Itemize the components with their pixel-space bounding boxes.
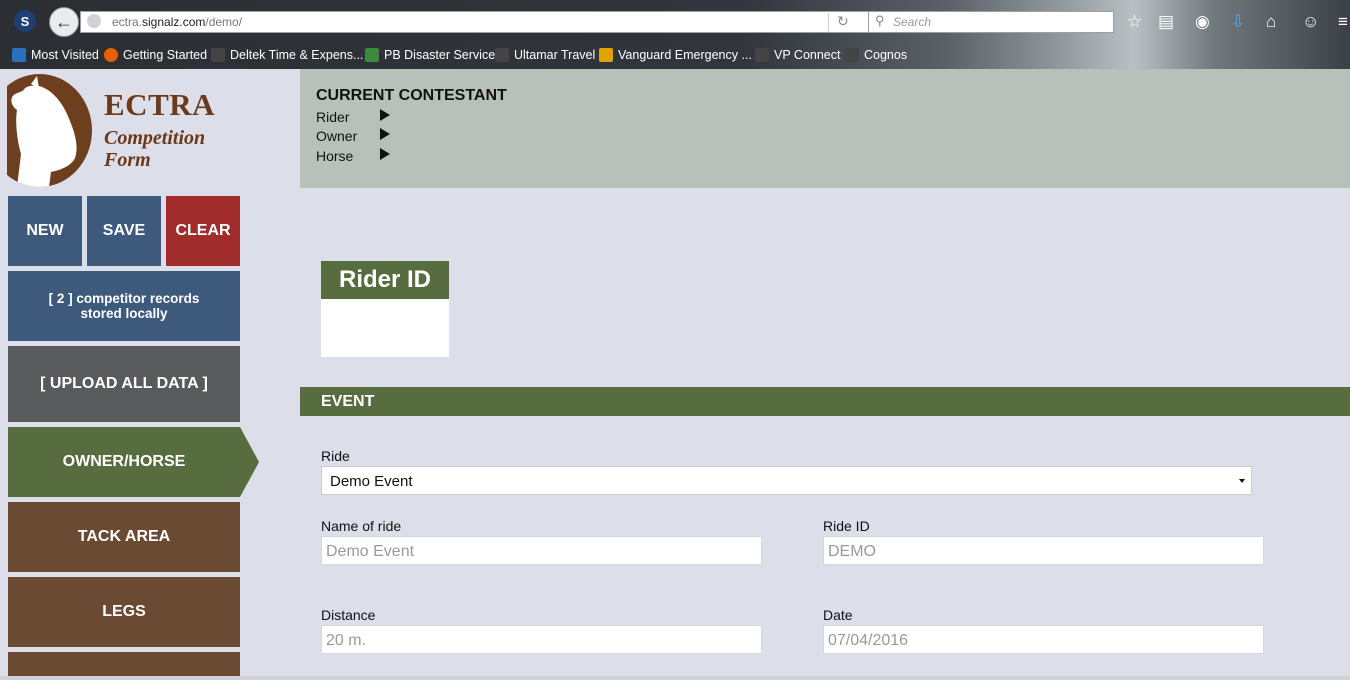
brand-subtitle-line1: Competition bbox=[104, 127, 206, 149]
ride-selected-value: Demo Event bbox=[330, 473, 413, 490]
bookmark-cognos[interactable]: Cognos bbox=[845, 48, 907, 62]
chevron-down-icon bbox=[1239, 479, 1245, 483]
name-of-ride-field[interactable]: Demo Event bbox=[321, 536, 762, 565]
new-button[interactable]: NEW bbox=[8, 196, 82, 266]
bookmark-label: Most Visited bbox=[31, 48, 99, 62]
bookmark-vp-connect[interactable]: VP Connect bbox=[755, 48, 840, 62]
contestant-title: CURRENT CONTESTANT bbox=[316, 87, 507, 104]
bookmark-pb-disaster[interactable]: PB Disaster Services bbox=[365, 48, 501, 62]
bookmark-label: Ultamar Travel bbox=[514, 48, 596, 62]
current-contestant-panel: CURRENT CONTESTANT Rider Owner Horse bbox=[300, 69, 1350, 188]
ride-label: Ride bbox=[321, 448, 350, 464]
bookmark-label: VP Connect bbox=[774, 48, 841, 62]
nav-tack-area[interactable]: TACK AREA bbox=[8, 502, 240, 572]
url-divider bbox=[828, 13, 829, 31]
page-icon bbox=[845, 48, 859, 62]
date-label: Date bbox=[823, 607, 853, 623]
nav-owner-horse[interactable]: OWNER/HORSE bbox=[8, 427, 240, 497]
rider-id-card[interactable]: Rider ID bbox=[321, 261, 449, 357]
horse-head-icon bbox=[11, 76, 77, 187]
download-icon[interactable]: ⇩ bbox=[1231, 12, 1245, 32]
extension-s-icon[interactable]: S bbox=[14, 10, 36, 32]
event-heading: EVENT bbox=[321, 393, 375, 410]
save-button[interactable]: SAVE bbox=[87, 196, 161, 266]
chat-icon[interactable]: ☺ bbox=[1302, 12, 1319, 32]
bookmark-label: Vanguard Emergency ... bbox=[618, 48, 752, 62]
url-path: /demo/ bbox=[205, 15, 243, 29]
app-page: ECTRA Competition Form NEW SAVE CLEAR [ … bbox=[7, 69, 1350, 680]
event-section-header: EVENT bbox=[300, 387, 1350, 416]
contestant-owner-label: Owner bbox=[316, 128, 358, 144]
horse-logo bbox=[7, 74, 92, 187]
search-placeholder: Search bbox=[893, 15, 932, 29]
owner-expand-icon[interactable] bbox=[380, 128, 390, 140]
brand-title: ECTRA bbox=[104, 87, 216, 122]
bookmark-label: PB Disaster Services bbox=[384, 48, 502, 62]
page-icon bbox=[495, 48, 509, 62]
rider-id-heading: Rider ID bbox=[321, 261, 449, 299]
most-visited-icon bbox=[12, 48, 26, 62]
brand-subtitle: Competition Form bbox=[104, 127, 205, 171]
site-info-icon[interactable] bbox=[87, 14, 101, 28]
contestant-horse-label: Horse bbox=[316, 148, 354, 164]
contestant-rider-label: Rider bbox=[316, 109, 350, 125]
upload-all-data-button[interactable]: [ UPLOAD ALL DATA ] bbox=[8, 346, 240, 422]
firefox-icon bbox=[104, 48, 118, 62]
bookmark-star-icon[interactable]: ☆ bbox=[1127, 12, 1142, 32]
bookmark-label: Cognos bbox=[864, 48, 908, 62]
bookmark-most-visited[interactable]: Most Visited bbox=[12, 48, 99, 62]
bookmark-vanguard[interactable]: Vanguard Emergency ... bbox=[599, 48, 752, 62]
local-records-button[interactable]: [ 2 ] competitor records stored locally bbox=[8, 271, 240, 341]
distance-label: Distance bbox=[321, 607, 376, 623]
bookmark-label: Getting Started bbox=[123, 48, 208, 62]
ride-id-field[interactable]: DEMO bbox=[823, 536, 1264, 565]
bookmark-label: Deltek Time & Expens... bbox=[230, 48, 364, 62]
date-field[interactable]: 07/04/2016 bbox=[823, 625, 1264, 654]
bookmark-getting-started[interactable]: Getting Started bbox=[104, 48, 207, 62]
name-of-ride-label: Name of ride bbox=[321, 518, 402, 534]
reload-icon[interactable]: ↻ bbox=[837, 13, 849, 30]
nav-legs[interactable]: LEGS bbox=[8, 577, 240, 647]
page-icon bbox=[365, 48, 379, 62]
active-nav-pointer bbox=[240, 427, 259, 497]
back-arrow-icon[interactable]: ← bbox=[49, 7, 79, 37]
brand-subtitle-line2: Form bbox=[104, 149, 151, 171]
page-icon bbox=[755, 48, 769, 62]
rider-expand-icon[interactable] bbox=[380, 109, 390, 121]
url-text[interactable]: ectra.signalz.com/demo/ bbox=[112, 15, 242, 29]
browser-toolbar: S ← ectra.signalz.com/demo/ ↻ ⚲ Search ☆… bbox=[0, 0, 1350, 69]
page-icon bbox=[211, 48, 225, 62]
bookmark-ultamar[interactable]: Ultamar Travel bbox=[495, 48, 595, 62]
page-icon bbox=[599, 48, 613, 62]
ride-select[interactable]: Demo Event bbox=[321, 466, 1252, 495]
ride-id-label: Ride ID bbox=[823, 518, 870, 534]
pocket-icon[interactable]: ◉ bbox=[1195, 12, 1210, 32]
home-icon[interactable]: ⌂ bbox=[1266, 12, 1276, 32]
url-domain: signalz.com bbox=[142, 15, 206, 29]
search-icon: ⚲ bbox=[875, 13, 885, 28]
clear-button[interactable]: CLEAR bbox=[166, 196, 240, 266]
reading-list-icon[interactable]: ▤ bbox=[1158, 12, 1174, 32]
taskbar-edge bbox=[0, 676, 1350, 680]
bookmark-deltek[interactable]: Deltek Time & Expens... bbox=[211, 48, 363, 62]
horse-expand-icon[interactable] bbox=[380, 148, 390, 160]
menu-icon[interactable]: ≡ bbox=[1338, 12, 1348, 32]
url-prefix: ectra. bbox=[112, 15, 143, 29]
distance-field[interactable]: 20 m. bbox=[321, 625, 762, 654]
bookmarks-bar: Most Visited Getting Started Deltek Time… bbox=[0, 44, 1350, 68]
